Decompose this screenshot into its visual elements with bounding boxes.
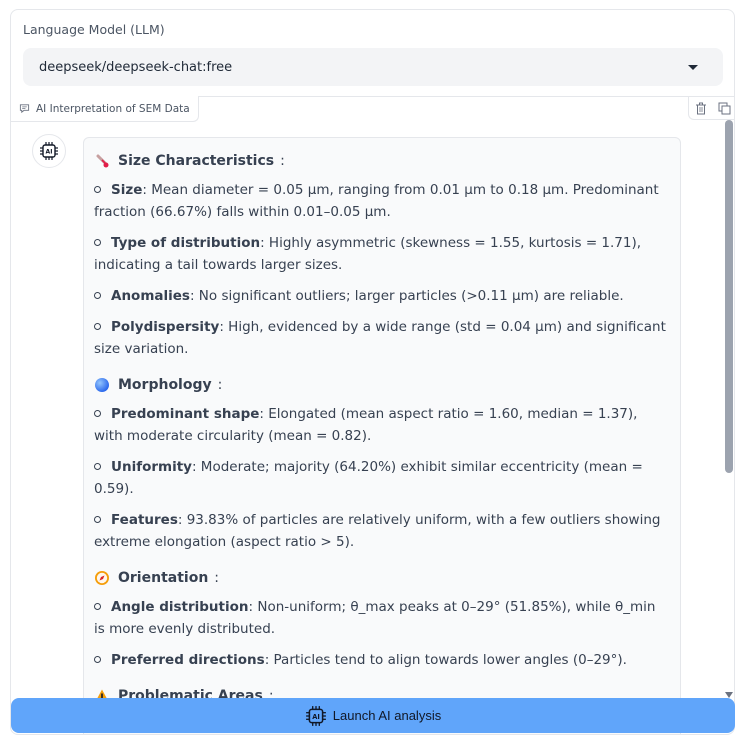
llm-select-value: deepseek/deepseek-chat:free <box>39 59 233 75</box>
ai-message: Size Characteristics: Size: Mean diamete… <box>83 137 681 734</box>
section-morphology: Morphology: Predominant shape: Elongated… <box>94 374 670 553</box>
section-title: Size Characteristics <box>118 153 275 169</box>
list-item: Anomalies: No significant outliers; larg… <box>94 285 670 307</box>
copy-icon[interactable] <box>716 100 732 116</box>
llm-label: Language Model (LLM) <box>23 22 165 37</box>
section-heading: Orientation: <box>94 567 670 589</box>
chevron-down-icon <box>688 64 698 70</box>
launch-button-label: Launch AI analysis <box>332 708 442 723</box>
ai-avatar: AI <box>32 134 66 168</box>
blue-circle-icon <box>94 377 110 393</box>
llm-analysis-panel: Language Model (LLM) deepseek/deepseek-c… <box>10 9 735 735</box>
list-item: Predominant shape: Elongated (mean aspec… <box>94 406 638 444</box>
list-item: Features: 93.83% of particles are relati… <box>94 512 661 550</box>
ai-chip-icon: AI <box>305 705 326 726</box>
list-item: Polydispersity: High, evidenced by a wid… <box>94 319 666 357</box>
launch-ai-analysis-button[interactable]: AI Launch AI analysis <box>11 698 735 733</box>
chat-label-tab: AI Interpretation of SEM Data <box>11 96 199 122</box>
section-orientation: Orientation: Angle distribution: Non-uni… <box>94 567 670 671</box>
chat-icon <box>19 104 30 114</box>
svg-text:AI: AI <box>312 712 320 720</box>
trash-icon[interactable] <box>693 100 709 116</box>
chat-label-text: AI Interpretation of SEM Data <box>36 102 190 115</box>
thermometer-icon <box>94 153 110 169</box>
section-title: Morphology <box>118 377 212 393</box>
llm-select[interactable]: deepseek/deepseek-chat:free <box>23 48 723 86</box>
compass-icon <box>94 570 110 586</box>
scrollbar-thumb[interactable] <box>725 120 733 473</box>
list-item: Uniformity: Moderate; majority (64.20%) … <box>94 459 643 497</box>
section-title: Orientation <box>118 570 209 586</box>
svg-text:AI: AI <box>46 149 53 156</box>
scrollbar[interactable] <box>723 120 733 700</box>
list-item: Size: Mean diameter = 0.05 µm, ranging f… <box>94 182 659 220</box>
section-size: Size Characteristics: Size: Mean diamete… <box>94 150 670 360</box>
section-heading: Morphology: <box>94 374 670 396</box>
section-heading: Size Characteristics: <box>94 150 670 172</box>
list-item: Preferred directions: Particles tend to … <box>94 649 670 671</box>
list-item: Type of distribution: Highly asymmetric … <box>94 235 642 273</box>
list-item: Angle distribution: Non-uniform; θ_max p… <box>94 599 656 637</box>
ai-chip-icon: AI <box>40 142 58 160</box>
